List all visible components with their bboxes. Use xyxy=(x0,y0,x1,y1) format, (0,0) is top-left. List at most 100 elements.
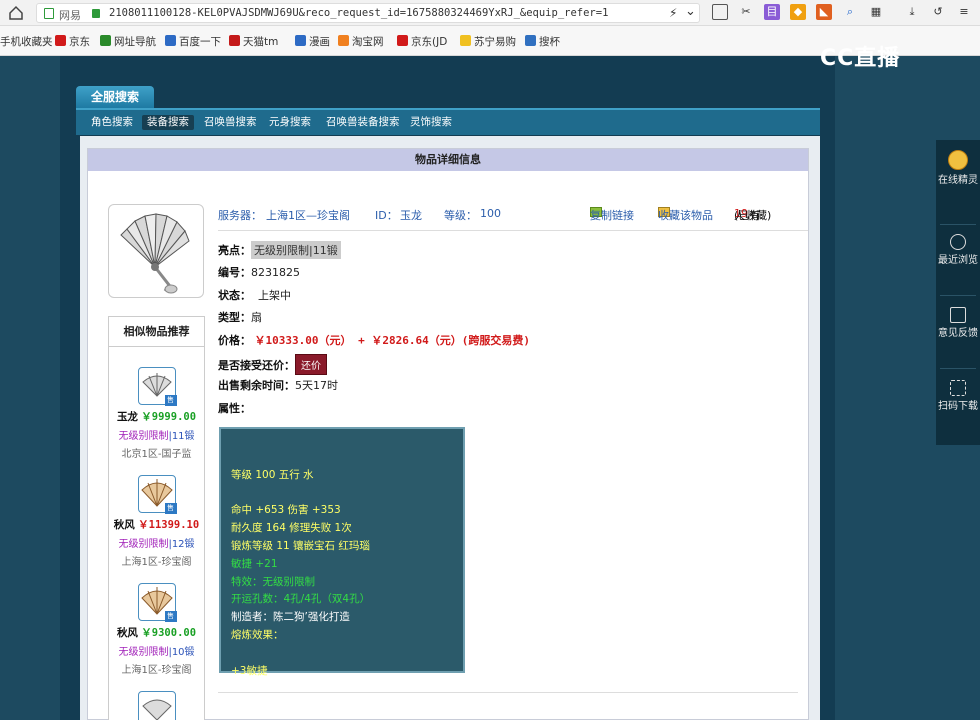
subtab-spirit-search[interactable]: 灵饰搜索 xyxy=(405,115,457,130)
similar-item-price: ￥9300.00 xyxy=(141,627,197,639)
fan-image xyxy=(120,213,190,294)
subtab-equip-search[interactable]: 装备搜索 xyxy=(142,115,194,130)
feedback-button[interactable]: 意见反馈 xyxy=(936,307,980,340)
cc-live-logo: CC直播 xyxy=(820,46,901,71)
fox-ext-icon[interactable]: ◣ xyxy=(816,4,832,20)
qr-scan-icon xyxy=(950,380,966,396)
tab-icon[interactable] xyxy=(712,4,728,20)
undo-icon[interactable]: ↺ xyxy=(930,4,946,20)
divider xyxy=(218,230,808,231)
right-float-sidebar: 在线精灵 最近浏览 意见反馈 扫码下载 xyxy=(936,140,980,445)
similar-item[interactable]: 售 秋风 ￥11399.10 无级别限制|12锻 上海1区-珍宝阁 xyxy=(109,475,204,568)
serial-value: 8231825 xyxy=(251,266,300,279)
bolt-icon[interactable]: ⚡ xyxy=(669,6,677,20)
edit-icon xyxy=(950,307,966,323)
shield-ext-icon[interactable]: ◆ xyxy=(790,4,806,20)
price-row: 价格： ￥10333.00（元） + ￥2826.64（元）(跨服交易费) xyxy=(218,334,530,347)
download-icon[interactable]: ⤓ xyxy=(904,4,920,20)
attribute-line xyxy=(231,645,453,663)
id-label: ID： xyxy=(375,209,398,222)
comic-icon xyxy=(295,35,306,46)
jd-icon xyxy=(397,35,408,46)
server-value: 上海1区—珍宝阁 xyxy=(266,209,350,222)
item-thumbnail[interactable]: 售 xyxy=(137,583,177,622)
sale-badge: 售 xyxy=(164,395,177,406)
item-thumbnail[interactable]: 售 xyxy=(137,367,177,406)
bookmark-item[interactable]: 京东(JD xyxy=(397,34,447,49)
attribute-line: 制造者：陈二狗’强化打造 xyxy=(231,611,350,624)
bookmark-item[interactable]: 天猫tm xyxy=(229,34,278,49)
item-thumbnail[interactable]: 售 xyxy=(137,475,177,514)
helper-avatar-icon xyxy=(948,150,968,170)
tab-all-server-search[interactable]: 全服搜索 xyxy=(76,86,154,108)
sale-badge: 售 xyxy=(164,503,177,514)
attribute-line xyxy=(231,485,453,503)
subtab-role-search[interactable]: 角色搜索 xyxy=(86,115,138,130)
bookmark-item[interactable]: 百度一下 xyxy=(165,34,221,49)
item-thumbnail[interactable] xyxy=(137,691,176,720)
attribute-line: 耐久度 164 修理失败 1次 xyxy=(231,522,352,535)
panel-title: 物品详细信息 xyxy=(88,149,808,171)
sogou-icon xyxy=(525,35,536,46)
bookmark-item[interactable]: 搜杯 xyxy=(525,34,560,49)
similar-item[interactable]: 售 玉龙 ￥9999.00 无级别限制|11锻 北京1区-国子监 xyxy=(109,367,204,460)
bookmark-item[interactable]: 网址导航 xyxy=(100,34,156,49)
similar-items-title: 相似物品推荐 xyxy=(109,317,204,347)
scissors-icon[interactable]: ✂ xyxy=(738,4,754,20)
attribute-line: +3敏捷 xyxy=(231,664,268,677)
bookmark-item[interactable]: 京东 xyxy=(55,34,90,49)
bookmark-item[interactable]: 手机收藏夹 xyxy=(0,34,53,49)
status-row: 状态： 上架中 xyxy=(218,289,291,302)
similar-item[interactable]: 售 秋风 ￥9300.00 无级别限制|10锻 上海1区-珍宝阁 xyxy=(109,583,204,676)
nav-icon xyxy=(100,35,111,46)
online-helper-button[interactable]: 在线精灵 xyxy=(936,150,980,187)
subtab-pet-search[interactable]: 召唤兽搜索 xyxy=(199,115,262,130)
jd-icon xyxy=(55,35,66,46)
counter-offer-button[interactable]: 还价 xyxy=(295,354,327,375)
attribute-line: 开运孔数：4孔/4孔（双4孔） xyxy=(231,593,371,606)
server-label: 服务器： xyxy=(218,209,262,222)
subtab-body-search[interactable]: 元身搜索 xyxy=(264,115,316,130)
sale-badge: 售 xyxy=(164,611,177,622)
chevron-down-icon[interactable]: ⌄ xyxy=(685,4,696,19)
purple-ext-icon[interactable]: 目 xyxy=(764,4,780,20)
home-icon[interactable] xyxy=(8,5,24,21)
bookmark-item[interactable]: 漫画 xyxy=(295,34,330,49)
level-label: 等级： xyxy=(444,209,477,222)
item-image xyxy=(108,204,204,298)
scan-download-button[interactable]: 扫码下载 xyxy=(936,380,980,413)
bookmark-item[interactable]: 苏宁易购 xyxy=(460,34,516,49)
attribute-line: 等级 100 五行 水 xyxy=(231,468,314,481)
similar-item-forge: |12锻 xyxy=(168,539,195,550)
similar-item[interactable] xyxy=(109,691,204,720)
similar-item-server: 上海1区-珍宝阁 xyxy=(121,557,192,568)
attribute-line xyxy=(231,449,453,467)
status-value: 上架中 xyxy=(258,289,291,302)
item-info-line: 服务器： 上海1区—珍宝阁 ID： 玉龙 等级： 100 复制链接 收藏该物品 … xyxy=(218,207,772,222)
attributes-box: 等级 100 五行 水 命中 +653 伤害 +353 耐久度 164 修理失败 … xyxy=(219,427,465,677)
subtab-pet-equip-search[interactable]: 召唤兽装备搜索 xyxy=(321,115,405,130)
taobao-icon xyxy=(338,35,349,46)
grid-icon[interactable]: ▦ xyxy=(868,4,884,20)
menu-icon[interactable]: ≡ xyxy=(956,4,972,20)
divider xyxy=(218,692,798,693)
suning-icon xyxy=(460,35,471,46)
site-icon xyxy=(44,8,54,19)
item-detail-panel: 物品详细信息 相似物品推荐 售 玉龙 ￥9999.00 无级别限制|11锻 北京… xyxy=(87,148,809,720)
attribute-line: 特效：无级别限制 xyxy=(231,575,315,588)
tmall-icon xyxy=(229,35,240,46)
divider xyxy=(940,368,976,369)
type-row: 类型：扇 xyxy=(218,311,262,324)
recent-browse-button[interactable]: 最近浏览 xyxy=(936,234,980,267)
similar-item-forge: |10锻 xyxy=(168,647,195,658)
counter-offer-row: 是否接受还价： 还价 xyxy=(218,354,327,375)
url-text[interactable]: 2108011100128-KEL0PVAJSDMWJ69U&reco_requ… xyxy=(109,7,669,19)
similar-item-price: ￥9999.00 xyxy=(141,411,197,423)
address-bar[interactable]: 网易 2108011100128-KEL0PVAJSDMWJ69U&reco_r… xyxy=(36,3,700,23)
attributes-label: 属性： xyxy=(218,402,251,415)
similar-item-name: 玉龙 xyxy=(116,411,138,423)
highlight-row: 亮点： 无级别限制|11锻 xyxy=(218,241,341,259)
bookmark-item[interactable]: 淘宝网 xyxy=(338,34,384,49)
search-icon[interactable]: ⌕ xyxy=(842,4,858,20)
similar-item-name: 秋风 xyxy=(113,519,135,531)
